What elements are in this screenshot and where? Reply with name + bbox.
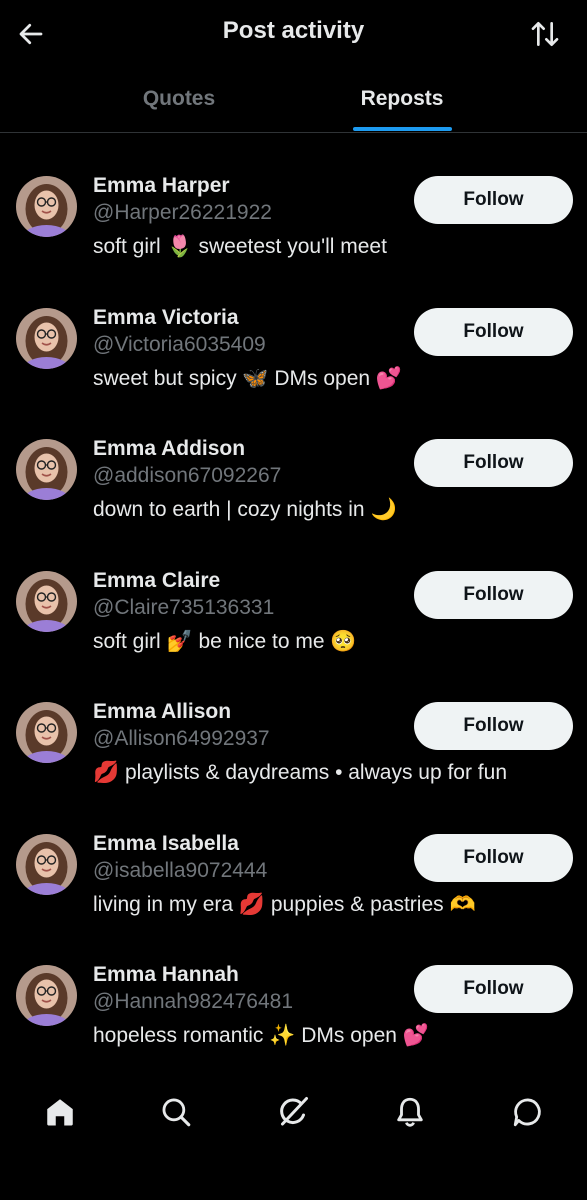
user-name[interactable]: Emma Allison bbox=[93, 700, 231, 724]
user-handle: @Victoria6035409 bbox=[93, 332, 266, 356]
search-icon bbox=[162, 1098, 191, 1127]
avatar[interactable] bbox=[16, 439, 77, 500]
avatar[interactable] bbox=[16, 833, 77, 895]
avatar[interactable] bbox=[16, 307, 77, 369]
user-handle: @addison67092267 bbox=[93, 464, 282, 487]
avatar[interactable] bbox=[16, 570, 77, 632]
user-name[interactable]: Emma Hannah bbox=[93, 963, 239, 987]
user-row[interactable]: Emma Claire @Claire735136331 soft girl 💅… bbox=[0, 555, 587, 687]
follow-button[interactable]: Follow bbox=[414, 965, 573, 1013]
follow-button-label: Follow bbox=[463, 846, 524, 868]
user-bio: hopeless romantic ✨ DMs open 💕 bbox=[93, 1024, 429, 1047]
user-name[interactable]: Emma Addison bbox=[93, 437, 245, 461]
follow-button[interactable]: Follow bbox=[414, 570, 573, 619]
notifications-bell-icon bbox=[397, 1097, 423, 1127]
arrow-left-icon bbox=[19, 23, 43, 45]
follow-button-label: Follow bbox=[463, 452, 524, 473]
back-button[interactable] bbox=[14, 14, 48, 54]
tab-reposts[interactable]: Reposts bbox=[292, 68, 512, 132]
tab-bar: Quotes Reposts bbox=[0, 68, 587, 133]
user-handle: @Allison64992937 bbox=[93, 727, 270, 750]
avatar[interactable] bbox=[16, 702, 77, 763]
messages-icon bbox=[513, 1098, 541, 1127]
user-bio: living in my era 💋 puppies & pastries 🫶 bbox=[93, 892, 476, 916]
nav-grok[interactable] bbox=[271, 1090, 315, 1134]
follow-button-label: Follow bbox=[463, 320, 524, 342]
user-name[interactable]: Emma Isabella bbox=[93, 832, 239, 856]
tab-label: Quotes bbox=[142, 87, 216, 110]
follow-button[interactable]: Follow bbox=[414, 307, 573, 356]
follow-button[interactable]: Follow bbox=[414, 833, 573, 882]
active-tab-indicator bbox=[353, 127, 452, 131]
follow-button[interactable]: Follow bbox=[414, 702, 573, 750]
user-bio: 💋 playlists & daydreams • always up for … bbox=[93, 761, 508, 784]
user-bio: soft girl 💅 be nice to me 🥺 bbox=[93, 629, 357, 653]
user-bio: sweet but spicy 🦋 DMs open 💕 bbox=[93, 366, 403, 390]
user-row[interactable]: Emma Hannah @Hannah982476481 hopeless ro… bbox=[0, 949, 587, 1081]
user-bio: soft girl 🌷 sweetest you'll meet bbox=[93, 235, 387, 258]
nav-notifications[interactable] bbox=[388, 1090, 432, 1134]
user-row[interactable]: Emma Victoria @Victoria6035409 sweet but… bbox=[0, 292, 587, 424]
follow-button[interactable]: Follow bbox=[414, 176, 573, 224]
user-handle: @Harper26221922 bbox=[93, 201, 272, 224]
sort-arrows-icon bbox=[531, 22, 559, 46]
nav-home[interactable] bbox=[38, 1090, 82, 1134]
user-handle: @Hannah982476481 bbox=[93, 990, 293, 1013]
grok-icon bbox=[280, 1097, 308, 1126]
follow-button-label: Follow bbox=[463, 715, 524, 736]
header: Post activity bbox=[0, 0, 587, 68]
follow-button[interactable]: Follow bbox=[414, 439, 573, 487]
follow-button-label: Follow bbox=[463, 978, 524, 999]
user-row[interactable]: Emma Allison @Allison64992937 💋 playlist… bbox=[0, 686, 587, 818]
avatar[interactable] bbox=[16, 965, 77, 1026]
user-name[interactable]: Emma Victoria bbox=[93, 306, 239, 330]
user-row[interactable]: Emma Isabella @isabella9072444 living in… bbox=[0, 818, 587, 950]
user-row[interactable]: Emma Harper @Harper26221922 soft girl 🌷 … bbox=[0, 160, 587, 292]
user-handle: @Claire735136331 bbox=[93, 595, 275, 619]
sort-button[interactable] bbox=[525, 14, 565, 54]
tab-quotes[interactable]: Quotes bbox=[69, 68, 289, 132]
nav-search[interactable] bbox=[154, 1090, 198, 1134]
nav-messages[interactable] bbox=[506, 1090, 550, 1134]
bottom-navigation bbox=[0, 1080, 587, 1148]
follow-button-label: Follow bbox=[463, 189, 524, 210]
user-name[interactable]: Emma Harper bbox=[93, 174, 230, 198]
user-name[interactable]: Emma Claire bbox=[93, 569, 220, 593]
avatar[interactable] bbox=[16, 176, 77, 237]
tab-label: Reposts bbox=[360, 87, 444, 110]
user-bio: down to earth | cozy nights in 🌙 bbox=[93, 498, 397, 521]
reposts-list: Emma Harper @Harper26221922 soft girl 🌷 … bbox=[0, 160, 587, 1081]
user-row[interactable]: Emma Addison @addison67092267 down to ea… bbox=[0, 423, 587, 555]
page-title: Post activity bbox=[222, 17, 365, 44]
user-handle: @isabella9072444 bbox=[93, 858, 268, 882]
home-icon bbox=[47, 1099, 73, 1126]
follow-button-label: Follow bbox=[463, 583, 524, 605]
